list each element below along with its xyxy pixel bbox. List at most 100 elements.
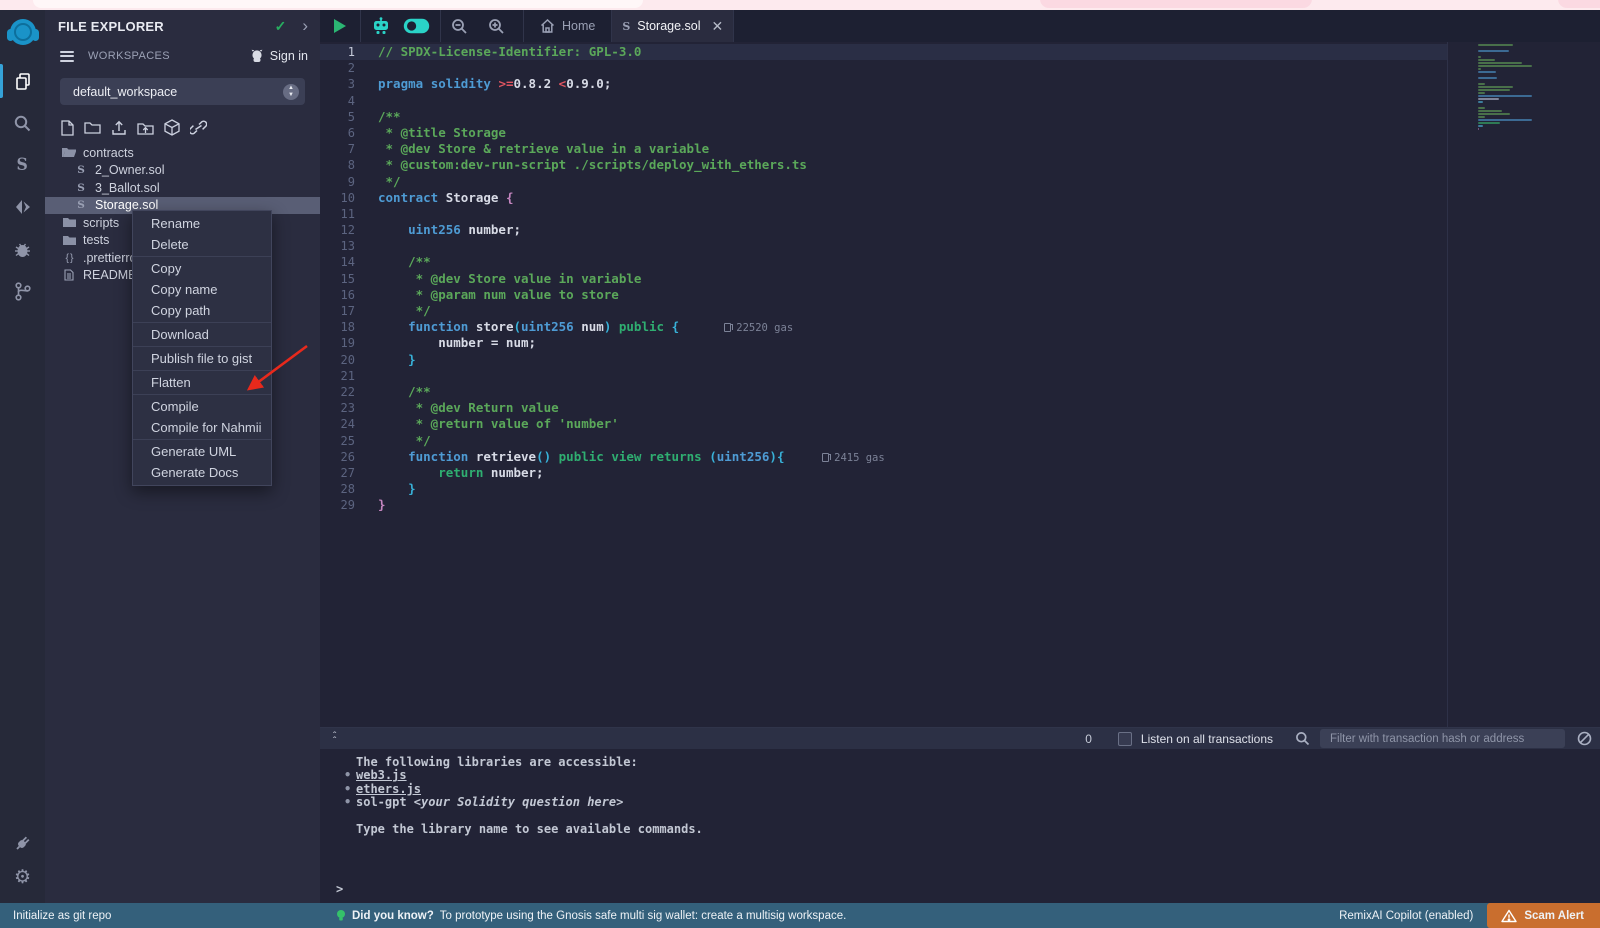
menu-divider	[133, 322, 271, 323]
check-icon: ✓	[275, 18, 287, 35]
main-area: Home S Storage.sol ✕ 1// SPDX-License-Id…	[320, 10, 1600, 903]
tab-storage-sol[interactable]: S Storage.sol ✕	[612, 10, 733, 42]
init-git-repo-button[interactable]: Initialize as git repo	[13, 910, 111, 922]
copilot-status[interactable]: RemixAI Copilot (enabled)	[1339, 910, 1473, 922]
workspace-select-arrows-icon: ▲▼	[283, 84, 299, 100]
tree-item-3-ballot-sol[interactable]: S3_Ballot.sol	[45, 179, 320, 197]
code-line: 3pragma solidity >=0.8.2 <0.9.0;	[320, 76, 1447, 92]
terminal-prompt[interactable]: >	[336, 882, 343, 896]
gas-pump-icon	[724, 323, 731, 332]
context-menu-item-download[interactable]: Download	[133, 324, 271, 345]
terminal-link-ethers-js[interactable]: ethers.js	[356, 782, 421, 796]
braces-icon: { }	[62, 252, 76, 264]
new-folder-icon[interactable]	[84, 120, 101, 135]
code-line: 8 * @custom:dev-run-script ./scripts/dep…	[320, 157, 1447, 173]
context-menu-item-compile-for-nahmii[interactable]: Compile for Nahmii	[133, 417, 271, 438]
gas-pump-icon	[822, 453, 829, 462]
sidebar-settings-icon[interactable]: ⚙	[0, 868, 45, 887]
code-line: 21	[320, 368, 1447, 384]
editor-toolbar: Home S Storage.sol ✕	[320, 10, 1600, 42]
context-menu-item-delete[interactable]: Delete	[133, 234, 271, 255]
panel-title: FILE EXPLORER	[58, 19, 275, 34]
link-icon[interactable]	[190, 120, 207, 135]
terminal-line: •web3.js	[356, 769, 1600, 782]
sign-in-button[interactable]: Sign in	[249, 49, 308, 63]
context-menu-item-compile[interactable]: Compile	[133, 396, 271, 417]
icon-sidebar: S	[0, 10, 45, 903]
clear-console-icon[interactable]	[1577, 731, 1592, 746]
chevron-right-icon[interactable]: ›	[302, 19, 308, 33]
terminal-line	[356, 810, 1600, 823]
sidebar-file-explorer-icon[interactable]	[0, 66, 45, 96]
context-menu-item-publish-file-to-gist[interactable]: Publish file to gist	[133, 348, 271, 369]
code-line: 14 /**	[320, 254, 1447, 270]
scam-alert-button[interactable]: Scam Alert	[1487, 903, 1600, 928]
zoom-out-icon	[451, 18, 468, 35]
editor-minimap[interactable]	[1478, 44, 1534, 131]
code-line: 1// SPDX-License-Identifier: GPL-3.0	[320, 44, 1447, 60]
terminal-line: Type the library name to see available c…	[356, 823, 1600, 836]
code-line: 19 number = num;	[320, 335, 1447, 351]
run-script-button[interactable]	[320, 10, 360, 42]
lightbulb-icon	[336, 909, 346, 923]
sidebar-debugger-icon[interactable]	[0, 234, 45, 264]
code-line: 9 */	[320, 174, 1447, 190]
terminal-search-icon[interactable]	[1295, 731, 1310, 746]
folder-open-icon	[62, 147, 76, 158]
workspace-select[interactable]: default_workspace ▲▼	[60, 78, 305, 105]
context-menu-item-copy-path[interactable]: Copy path	[133, 300, 271, 321]
menu-divider	[133, 370, 271, 371]
expand-terminal-icon[interactable]: ˆˆ	[333, 734, 336, 744]
code-line: 6 * @title Storage	[320, 125, 1447, 141]
tab-home[interactable]: Home	[524, 10, 611, 42]
copilot-toggle[interactable]	[401, 10, 440, 42]
context-menu-item-rename[interactable]: Rename	[133, 213, 271, 234]
code-editor[interactable]: 1// SPDX-License-Identifier: GPL-3.023pr…	[320, 42, 1600, 727]
zoom-out-button[interactable]	[441, 10, 478, 42]
tree-item-2-owner-sol[interactable]: S2_Owner.sol	[45, 162, 320, 180]
upload-file-icon[interactable]	[111, 120, 127, 136]
sidebar-search-icon[interactable]	[0, 108, 45, 138]
terminal-link-web3-js[interactable]: web3.js	[356, 768, 407, 782]
menu-divider	[133, 346, 271, 347]
terminal-output[interactable]: The following libraries are accessible:•…	[320, 749, 1600, 903]
context-menu-item-flatten[interactable]: Flatten	[133, 372, 271, 393]
zoom-in-button[interactable]	[478, 10, 515, 42]
code-line: 4	[320, 93, 1447, 109]
code-line: 7 * @dev Store & retrieve value in a var…	[320, 141, 1447, 157]
folder-icon	[62, 235, 76, 246]
code-line: 13	[320, 238, 1447, 254]
did-you-know-tip: Did you know? To prototype using the Gno…	[336, 909, 846, 923]
terminal-line: •ethers.js	[356, 783, 1600, 796]
code-line: 11	[320, 206, 1447, 222]
remix-logo-icon[interactable]	[0, 12, 45, 60]
solidity-icon: S	[74, 182, 88, 194]
close-tab-icon[interactable]: ✕	[712, 18, 724, 35]
context-menu-item-generate-uml[interactable]: Generate UML	[133, 441, 271, 462]
workspace-selected-value: default_workspace	[73, 85, 283, 99]
code-line: 29}	[320, 497, 1447, 513]
context-menu-item-copy[interactable]: Copy	[133, 258, 271, 279]
sidebar-git-icon[interactable]	[0, 276, 45, 306]
sidebar-plugin-manager-icon[interactable]	[0, 832, 45, 854]
transaction-filter-input[interactable]	[1320, 729, 1565, 748]
sidebar-solidity-compiler-icon[interactable]: S	[0, 150, 45, 180]
cube-icon[interactable]	[164, 119, 180, 136]
code-line: 23 * @dev Return value	[320, 400, 1447, 416]
code-line: 5/**	[320, 109, 1447, 125]
listen-transactions-checkbox[interactable]	[1118, 732, 1132, 746]
context-menu-item-copy-name[interactable]: Copy name	[133, 279, 271, 300]
solidity-icon: S	[74, 164, 88, 176]
context-menu-item-generate-docs[interactable]: Generate Docs	[133, 462, 271, 483]
gas-estimate: 22520 gas	[736, 322, 793, 334]
sidebar-deploy-run-icon[interactable]	[0, 192, 45, 222]
code-line: 17 */	[320, 303, 1447, 319]
tree-item-contracts[interactable]: contracts	[45, 144, 320, 162]
code-line: 26 function retrieve() public view retur…	[320, 449, 1447, 465]
code-line: 15 * @dev Store value in variable	[320, 271, 1447, 287]
upload-folder-icon[interactable]	[137, 120, 154, 136]
ai-copilot-robot-button[interactable]	[361, 10, 401, 42]
code-line: 2	[320, 60, 1447, 76]
workspaces-menu-icon[interactable]	[60, 48, 74, 64]
new-file-icon[interactable]	[60, 120, 74, 136]
